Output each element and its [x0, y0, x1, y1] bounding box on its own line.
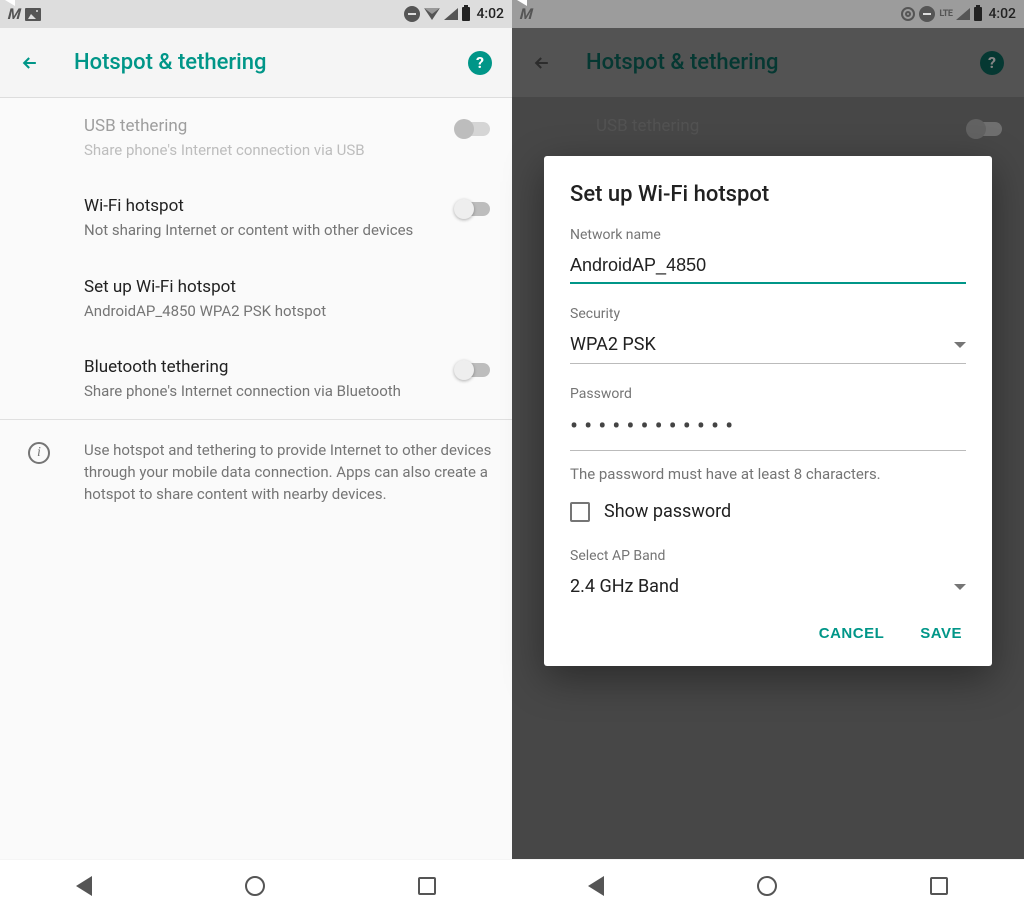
dialog-actions: CANCEL SAVE [570, 615, 966, 652]
lte-indicator: LTE [939, 9, 952, 19]
clock: 4:02 [988, 6, 1016, 22]
save-button[interactable]: SAVE [916, 615, 966, 652]
field-label: Network name [570, 227, 966, 243]
nav-bar [512, 859, 1024, 911]
help-icon[interactable]: ? [468, 51, 492, 75]
page-title: Hotspot & tethering [74, 50, 267, 75]
nav-recent-icon[interactable] [418, 877, 436, 895]
field-network-name: Network name [570, 227, 966, 284]
show-password-checkbox[interactable] [570, 502, 590, 522]
field-password: Password •••••••••••• [570, 386, 966, 451]
setting-title: Bluetooth tethering [84, 357, 492, 377]
setting-title: Set up Wi-Fi hotspot [84, 277, 492, 297]
hotspot-indicator-icon [901, 7, 915, 21]
field-label: Password [570, 386, 966, 402]
phone-left: M 4:02 Hotspot & tethering ? USB tetheri… [0, 0, 512, 911]
setting-subtitle: AndroidAP_4850 WPA2 PSK hotspot [84, 301, 492, 321]
wifi-icon [424, 8, 440, 20]
picture-icon [25, 8, 41, 21]
battery-icon [462, 7, 470, 21]
do-not-disturb-icon [919, 6, 935, 22]
setting-setup-hotspot[interactable]: Set up Wi-Fi hotspot AndroidAP_4850 WPA2… [0, 259, 512, 339]
setting-subtitle: Share phone's Internet connection via Bl… [84, 381, 492, 401]
toggle-wifi-hotspot[interactable] [456, 202, 490, 216]
nav-recent-icon[interactable] [930, 877, 948, 895]
field-label: Security [570, 306, 966, 322]
select-value: WPA2 PSK [570, 334, 954, 355]
setting-subtitle: Share phone's Internet connection via US… [84, 140, 492, 160]
signal-icon [956, 8, 970, 20]
info-row: i Use hotspot and tethering to provide I… [0, 419, 512, 525]
setup-hotspot-dialog: Set up Wi-Fi hotspot Network name Securi… [544, 156, 992, 666]
cancel-button[interactable]: CANCEL [815, 615, 889, 652]
field-label: Select AP Band [570, 548, 966, 564]
select-value: 2.4 GHz Band [570, 576, 954, 597]
ap-band-select[interactable]: 2.4 GHz Band [570, 572, 966, 605]
nav-home-icon[interactable] [757, 876, 777, 896]
nav-bar [0, 859, 512, 911]
info-icon: i [28, 442, 50, 464]
status-bar-left: M 4:02 [0, 0, 512, 28]
app-notification-icon: M [519, 5, 533, 23]
setting-subtitle: Not sharing Internet or content with oth… [84, 220, 492, 240]
back-icon[interactable] [20, 53, 40, 73]
phone-right: M LTE 4:02 Hotspot & tethering ? USB tet… [512, 0, 1024, 911]
setting-usb-tethering: USB tethering Share phone's Internet con… [0, 98, 512, 178]
setting-title: USB tethering [84, 116, 492, 136]
nav-back-icon[interactable] [588, 876, 604, 896]
dialog-title: Set up Wi-Fi hotspot [570, 182, 966, 207]
toggle-usb [456, 122, 490, 136]
chevron-down-icon [954, 584, 966, 590]
battery-icon [974, 7, 982, 21]
clock: 4:02 [476, 6, 504, 22]
settings-list: USB tethering Share phone's Internet con… [0, 98, 512, 859]
info-text: Use hotspot and tethering to provide Int… [84, 440, 492, 505]
setting-bluetooth-tethering[interactable]: Bluetooth tethering Share phone's Intern… [0, 339, 512, 419]
chevron-down-icon [954, 342, 966, 348]
field-security: Security WPA2 PSK [570, 306, 966, 364]
setting-wifi-hotspot[interactable]: Wi-Fi hotspot Not sharing Internet or co… [0, 178, 512, 258]
app-bar: Hotspot & tethering ? [0, 28, 512, 98]
show-password-row[interactable]: Show password [570, 501, 966, 522]
security-select[interactable]: WPA2 PSK [570, 330, 966, 364]
field-ap-band: Select AP Band 2.4 GHz Band [570, 548, 966, 605]
network-name-input[interactable] [570, 251, 966, 284]
toggle-bluetooth[interactable] [456, 363, 490, 377]
show-password-label: Show password [604, 501, 731, 522]
password-input[interactable]: •••••••••••• [570, 410, 966, 451]
setting-title: Wi-Fi hotspot [84, 196, 492, 216]
signal-icon [444, 8, 458, 20]
nav-home-icon[interactable] [245, 876, 265, 896]
status-bar-right: M LTE 4:02 [512, 0, 1024, 28]
nav-back-icon[interactable] [76, 876, 92, 896]
app-notification-icon: M [7, 5, 21, 23]
password-hint: The password must have at least 8 charac… [570, 465, 966, 483]
do-not-disturb-icon [404, 6, 420, 22]
